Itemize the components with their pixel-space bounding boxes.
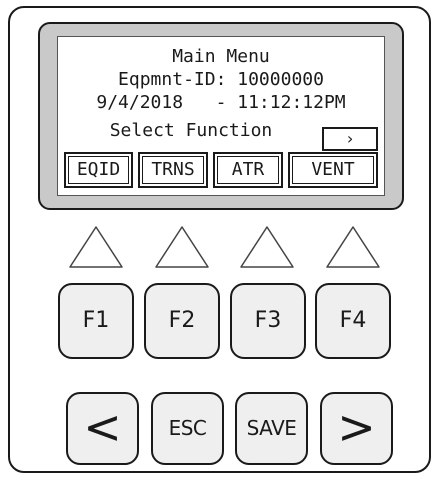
f4-key[interactable]: F4 bbox=[315, 283, 391, 359]
f3-key[interactable]: F3 bbox=[230, 283, 306, 359]
f2-key[interactable]: F2 bbox=[144, 283, 220, 359]
softkey-label-trns: TRNS bbox=[138, 152, 208, 188]
datetime-line: 9/4/2018 - 11:12:12PM bbox=[96, 92, 346, 113]
softkey-label-vent: VENT bbox=[288, 152, 378, 188]
softkey-label-eqid: EQID bbox=[64, 152, 133, 188]
lcd-display: Main Menu Eqpmnt-ID: 10000000 9/4/2018 -… bbox=[57, 36, 385, 196]
f1-key[interactable]: F1 bbox=[58, 283, 134, 359]
equipment-id-line: Eqpmnt-ID: 10000000 bbox=[118, 69, 324, 90]
up-triangle-icon bbox=[326, 226, 380, 268]
select-function-prompt: Select Function bbox=[109, 120, 273, 141]
display-bezel: Main Menu Eqpmnt-ID: 10000000 9/4/2018 -… bbox=[38, 22, 404, 210]
menu-title: Main Menu bbox=[172, 46, 270, 67]
right-arrow-key[interactable]: > bbox=[320, 392, 393, 465]
more-options-indicator: › bbox=[322, 127, 378, 151]
up-triangle-icon bbox=[155, 226, 209, 268]
esc-key[interactable]: ESC bbox=[151, 392, 224, 465]
up-triangle-icon bbox=[240, 226, 294, 268]
softkey-label-atr: ATR bbox=[213, 152, 283, 188]
save-key[interactable]: SAVE bbox=[235, 392, 308, 465]
up-triangle-icon bbox=[69, 226, 123, 268]
control-panel: Main Menu Eqpmnt-ID: 10000000 9/4/2018 -… bbox=[8, 6, 431, 473]
left-arrow-key[interactable]: < bbox=[66, 392, 139, 465]
